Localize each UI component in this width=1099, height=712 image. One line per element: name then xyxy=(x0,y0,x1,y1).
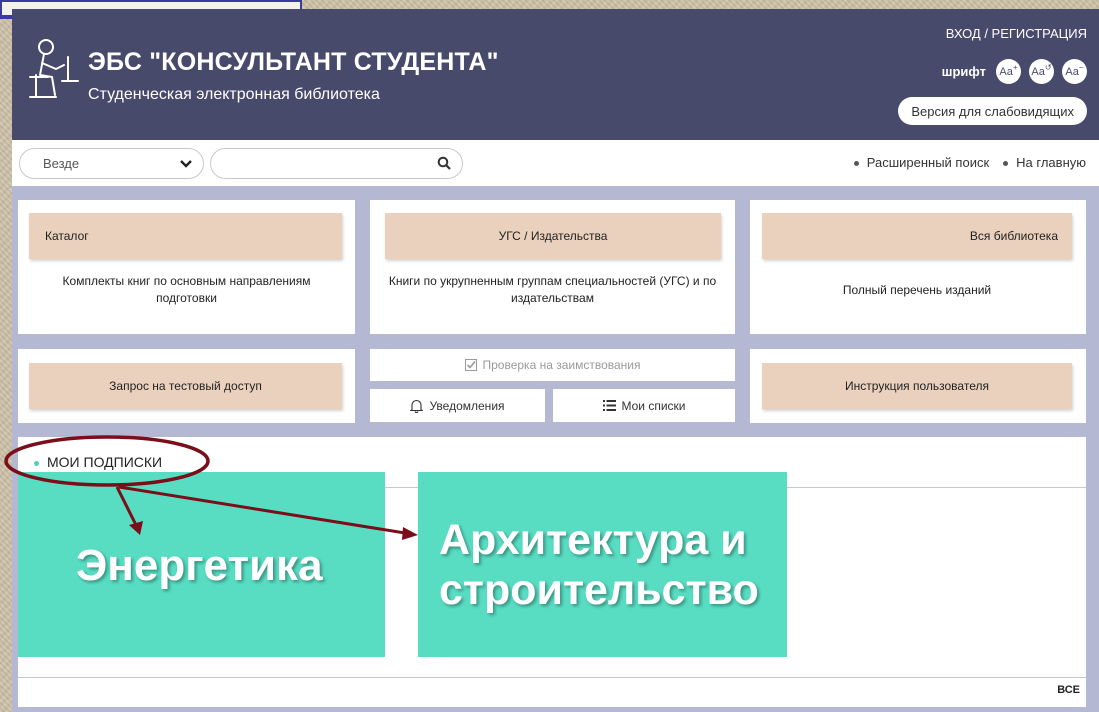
subscription-tile-architecture[interactable]: Архитектура и строительство xyxy=(418,472,787,657)
divider xyxy=(18,677,1086,678)
test-access-button[interactable]: Запрос на тестовый доступ xyxy=(29,363,342,409)
bell-icon xyxy=(410,399,424,413)
subscription-tile-label: Энергетика xyxy=(76,541,323,590)
font-size-controls: шрифт Aa + Aa ↺ Aa − xyxy=(942,59,1087,84)
manual-card[interactable]: Инструкция пользователя xyxy=(750,349,1086,423)
advanced-search-link[interactable]: Расширенный поиск xyxy=(853,155,990,170)
font-decrease-button[interactable]: Aa − xyxy=(1062,59,1087,84)
user-manual-label: Инструкция пользователя xyxy=(845,379,989,393)
all-subscriptions-link[interactable]: ВСЕ xyxy=(1057,684,1080,696)
ugs-card-description: Книги по укрупненным группам специальнос… xyxy=(388,274,717,305)
site-header: ЭБС "КОНСУЛЬТАНТ СТУДЕНТА" Студенческая … xyxy=(12,9,1099,140)
site-title: ЭБС "КОНСУЛЬТАНТ СТУДЕНТА" xyxy=(88,48,499,76)
font-reset-label: Aa xyxy=(1031,65,1045,78)
subscription-tile-label: Архитектура и строительство xyxy=(439,516,759,614)
test-access-label: Запрос на тестовый доступ xyxy=(109,379,262,393)
subscriptions-title-label: МОИ ПОДПИСКИ xyxy=(47,454,163,470)
library-card-description: Полный перечень изданий xyxy=(842,283,992,297)
my-lists-button[interactable]: Мои списки xyxy=(553,389,735,422)
ugs-card-title[interactable]: УГС / Издательства xyxy=(385,213,721,259)
home-label: На главную xyxy=(1016,155,1086,170)
catalog-card[interactable]: Каталог Комплекты книг по основным напра… xyxy=(18,200,355,334)
checkbox-checked-icon xyxy=(464,359,477,371)
catalog-title-label: Каталог xyxy=(45,229,89,243)
background-window-line xyxy=(0,17,12,19)
catalog-card-description: Комплекты книг по основным направлениям … xyxy=(62,274,311,305)
site-subtitle: Студенческая электронная библиотека xyxy=(88,86,380,103)
search-bar: Везде Расширенный поиск На главную xyxy=(12,140,1099,186)
plagiarism-check-button[interactable]: Проверка на заимствования xyxy=(370,349,735,381)
library-title-label: Вся библиотека xyxy=(969,229,1058,243)
search-scope-value: Везде xyxy=(43,156,80,171)
font-decrease-label: Aa xyxy=(1065,65,1079,78)
plagiarism-check-label: Проверка на заимствования xyxy=(482,358,641,372)
search-input[interactable] xyxy=(210,148,463,179)
student-logo-icon[interactable] xyxy=(22,35,82,111)
advanced-search-label: Расширенный поиск xyxy=(866,155,990,170)
user-manual-button[interactable]: Инструкция пользователя xyxy=(762,363,1072,409)
home-link[interactable]: На главную xyxy=(1003,155,1086,170)
ugs-card[interactable]: УГС / Издательства Книги по укрупненным … xyxy=(370,200,735,334)
low-vision-version-button[interactable]: Версия для слабовидящих xyxy=(898,97,1087,125)
search-scope-select[interactable]: Везде xyxy=(19,148,204,179)
list-icon xyxy=(602,400,616,411)
search-icon[interactable] xyxy=(437,156,452,171)
subscription-tile-energy[interactable]: Энергетика xyxy=(18,472,385,657)
ugs-title-label: УГС / Издательства xyxy=(498,229,608,243)
catalog-card-title[interactable]: Каталог xyxy=(29,213,342,259)
font-increase-button[interactable]: Aa + xyxy=(996,59,1021,84)
notifications-label: Уведомления xyxy=(429,398,505,413)
chevron-down-icon xyxy=(180,160,192,168)
test-access-card[interactable]: Запрос на тестовый доступ xyxy=(18,349,355,423)
my-lists-label: Мои списки xyxy=(621,398,686,413)
search-links: Расширенный поиск На главную xyxy=(853,155,1086,170)
font-label: шрифт xyxy=(941,64,986,79)
subscriptions-title: МОИ ПОДПИСКИ xyxy=(34,454,162,470)
font-reset-button[interactable]: Aa ↺ xyxy=(1029,59,1054,84)
font-increase-label: Aa xyxy=(999,65,1013,78)
library-card[interactable]: Вся библиотека Полный перечень изданий xyxy=(750,200,1086,334)
login-register-link[interactable]: ВХОД / РЕГИСТРАЦИЯ xyxy=(946,26,1087,41)
library-card-title[interactable]: Вся библиотека xyxy=(762,213,1072,259)
notifications-button[interactable]: Уведомления xyxy=(370,389,545,422)
